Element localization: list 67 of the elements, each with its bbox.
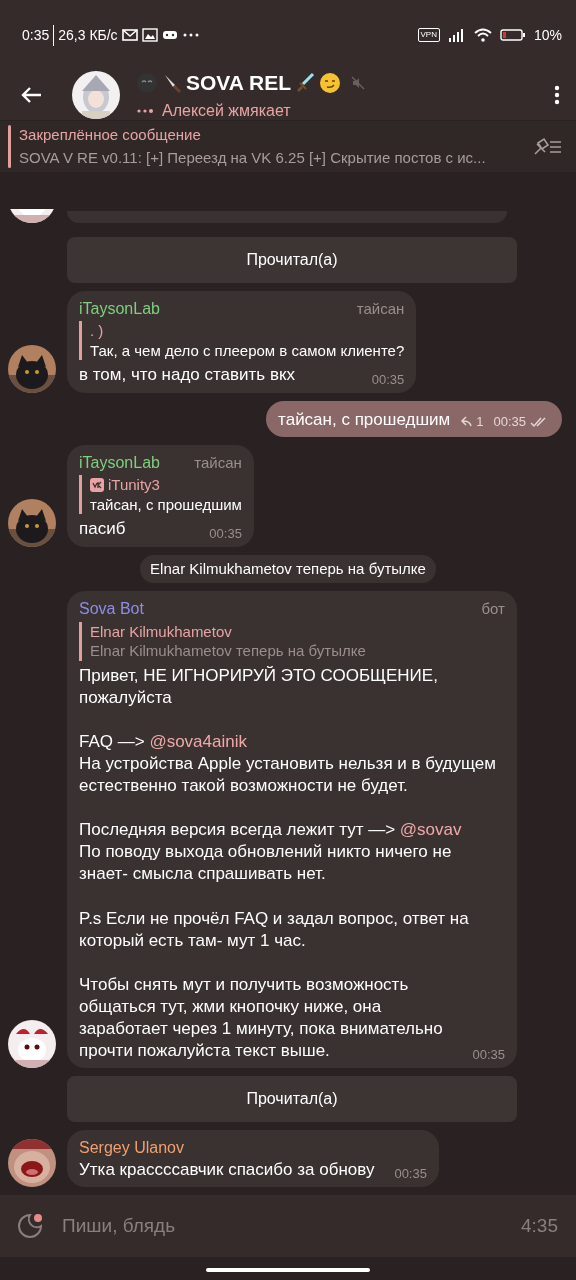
member-title: тайсан (194, 452, 242, 473)
message-text: Привет, НЕ ИГНОРИРУЙ ЭТО СООБЩЕНИЕ, пожалуйста (79, 664, 439, 709)
reply-text: Elnar Kilmukhametov теперь на бутылке (90, 641, 367, 661)
message-text: в том, что надо ставить вкх (79, 364, 295, 387)
pinned-text: SOVA V RE v0.11: [+] Переезд на VK 6.25 [+] Скрытие постов с ис... (19, 147, 487, 168)
reply-text: Так, а чем дело с плеером в самом клиенте? (90, 340, 405, 361)
composer-bar[interactable]: Пиши, блядь 4:35 (0, 1195, 576, 1257)
battery-percent: 10% (533, 25, 562, 45)
message-text: Утка крассссавчик спасибо за обнову (79, 1158, 375, 1181)
reply-quote[interactable]: Elnar Kilmukhametov Elnar Kilmukhametov теперь на бутылке (79, 621, 505, 661)
more-vertical-icon (554, 85, 560, 105)
service-message: Elnar Kilmukhametov теперь на бутылке (140, 554, 436, 583)
inline-button[interactable]: Прочитал(а) (67, 236, 517, 283)
pinned-label: Закреплённое сообщение (19, 125, 202, 145)
mail-icon (121, 29, 138, 41)
message-text: FAQ —> @sova4ainik (79, 731, 248, 753)
sender-name: iTaysonLab (79, 452, 160, 473)
reply-author: Elnar Kilmukhametov (90, 621, 232, 642)
signal-icon (447, 28, 466, 42)
slow-mode-timer: 4:35 (521, 1213, 558, 1238)
menu-button[interactable] (554, 85, 560, 105)
more-icon (181, 32, 200, 38)
member-title: тайсан (356, 298, 405, 319)
message-time: 00:35 (472, 1047, 505, 1065)
member-title: бот (481, 599, 505, 619)
clock-time: 0:35 (22, 25, 50, 45)
sticker-moon-icon[interactable] (16, 1212, 44, 1240)
sender-name: Sova Bot (79, 599, 144, 619)
chat-title: SOVA REL (186, 70, 291, 97)
message-text: пасиб (79, 518, 126, 541)
sword-icon (295, 72, 315, 94)
message-text: Чтобы снять мут и получить возможность общаться тут, жми кнопочку ниже, она заработает через 1 минуту, пока внимательно прочти пожалуйста текст выше. (79, 973, 444, 1062)
reply-text: тайсан, с прошедшим (90, 494, 242, 515)
message-time: 00:35 (371, 371, 405, 389)
message-text: По поводу выхода обновлений никто ничего не знает- смысла спрашивать нет. (79, 841, 453, 886)
message-time: 00:35 (493, 413, 526, 431)
gallery-icon (141, 28, 158, 42)
reply-author: . ) (90, 321, 104, 341)
battery-icon (499, 29, 526, 41)
inline-button[interactable]: Прочитал(а) (67, 1076, 517, 1123)
message-time: 00:35 (209, 525, 242, 543)
reply-icon (458, 416, 473, 429)
reply-count: 1 (476, 413, 484, 431)
sender-name: iTaysonLab (79, 298, 160, 319)
smirk-face-icon (319, 72, 341, 94)
vpn-badge: VPN (417, 28, 440, 42)
pinned-list-button[interactable] (532, 136, 562, 157)
wifi-icon (473, 28, 492, 42)
mention-link[interactable]: @sovav (399, 820, 462, 840)
reply-author: iTunity3 (108, 475, 160, 495)
message-time: 00:35 (394, 1166, 427, 1183)
back-arrow-icon (20, 86, 42, 104)
knife-icon (162, 72, 182, 94)
typing-status: Алексей жмякает (162, 100, 291, 121)
message-input[interactable]: Пиши, блядь (60, 1210, 505, 1242)
sender-name: Sergey Ulanov (79, 1138, 184, 1159)
reply-quote[interactable]: . ) Так, а чем дело с плеером в самом клиенте? (79, 321, 405, 361)
typing-dots-icon (136, 107, 154, 114)
message-text: На устройства Apple установить нельзя и в будущем естественно такой возможности не будет. (79, 753, 497, 798)
pin-list-icon (532, 136, 562, 157)
reply-quote[interactable]: iTunity3 тайсан, с прошедшим (79, 475, 242, 515)
message-text: Последняя версия всегда лежит тут —> @sovav (79, 819, 463, 842)
mention-link[interactable]: @sova4ainik (149, 732, 247, 751)
message-text: тайсан, с прошедшим (278, 408, 451, 431)
back-button[interactable] (20, 86, 42, 104)
message-text: P.s Если не прочёл FAQ и задал вопрос, ответ на который есть там- мут 1 час. (79, 907, 470, 952)
network-speed: 26,3 КБ/с (53, 24, 118, 46)
